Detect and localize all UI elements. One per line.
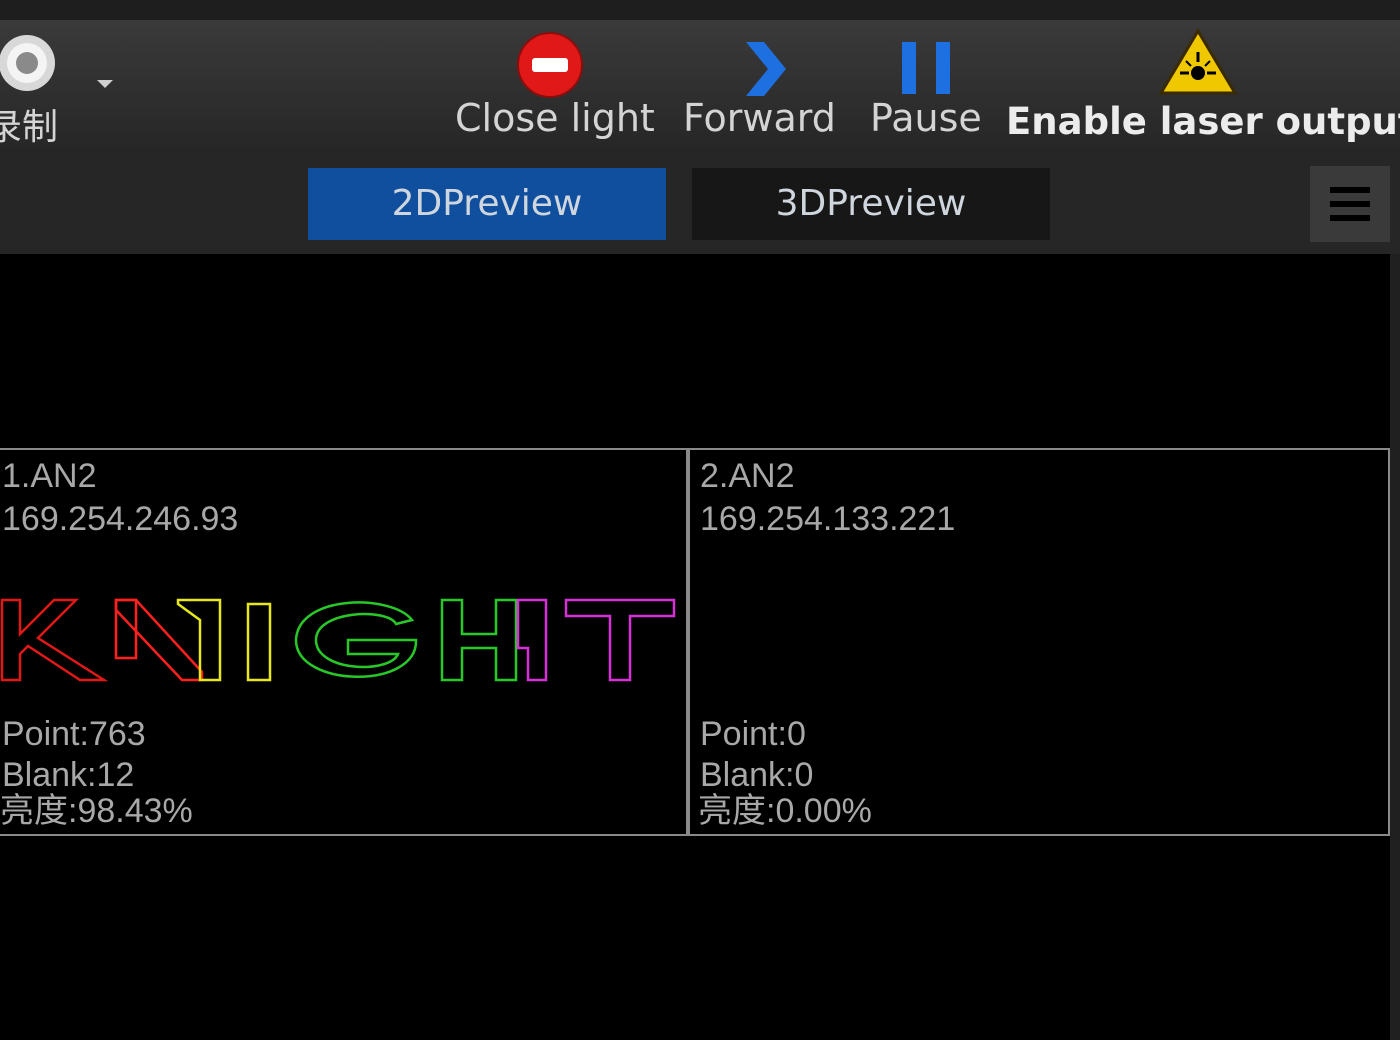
device-name: 1.AN2 [2, 457, 97, 495]
menu-button[interactable] [1310, 166, 1390, 242]
no-entry-icon [517, 32, 583, 98]
letter-h [440, 598, 518, 682]
device-ip: 169.254.246.93 [2, 500, 239, 538]
record-label: 录制 [0, 107, 59, 148]
toolbar: 录制 Close light Forward Pause Enable lase… [0, 20, 1400, 152]
blank-count: Blank:0 [700, 756, 814, 794]
pause-icon [902, 42, 950, 94]
preview-tab-bar: 2DPreview 3DPreview [0, 152, 1400, 254]
chevron-right-icon [746, 42, 786, 96]
brightness-readout: 亮度:0.00% [698, 792, 872, 830]
pause-label: Pause [870, 96, 982, 140]
enable-laser-output-label: Enable laser output [1006, 100, 1400, 143]
letter-g [294, 601, 418, 678]
record-button[interactable]: 录制 [0, 20, 80, 152]
window-top-strip [0, 0, 1400, 20]
forward-label: Forward [683, 96, 836, 140]
hamburger-icon-line [1330, 187, 1370, 193]
close-light-button[interactable]: Close light [450, 20, 655, 152]
letter-k [0, 598, 109, 682]
device-ip: 169.254.133.221 [700, 500, 956, 538]
device-panel-1[interactable]: 1.AN2 169.254.246.93 Point:763 Blank:12 … [0, 448, 690, 836]
hamburger-icon-line [1330, 215, 1370, 221]
point-count: Point:0 [700, 715, 806, 753]
letter-n-right [176, 598, 222, 682]
record-icon [0, 35, 55, 91]
letter-i [246, 602, 272, 682]
enable-laser-output-button[interactable]: Enable laser output [1000, 20, 1400, 152]
letter-h-right [516, 598, 548, 682]
vertical-scrollbar[interactable] [1390, 254, 1400, 1040]
record-dropdown-icon[interactable] [95, 78, 115, 90]
device-panel-2[interactable]: 2.AN2 169.254.133.221 Point:0 Blank:0 亮度… [686, 448, 1390, 836]
blank-count: Blank:12 [2, 756, 135, 794]
brightness-readout: 亮度:98.43% [0, 792, 193, 830]
device-name: 2.AN2 [700, 457, 795, 495]
forward-button[interactable]: Forward [678, 20, 838, 152]
point-count: Point:763 [2, 715, 146, 753]
laser-warning-icon [1158, 28, 1238, 95]
laser-preview-graphic [0, 598, 676, 682]
pause-button[interactable]: Pause [862, 20, 987, 152]
close-light-label: Close light [455, 96, 655, 140]
tab-2d-preview[interactable]: 2DPreview [308, 168, 666, 240]
tab-3d-preview[interactable]: 3DPreview [692, 168, 1050, 240]
letter-t [564, 598, 676, 682]
hamburger-icon-line [1330, 201, 1370, 207]
